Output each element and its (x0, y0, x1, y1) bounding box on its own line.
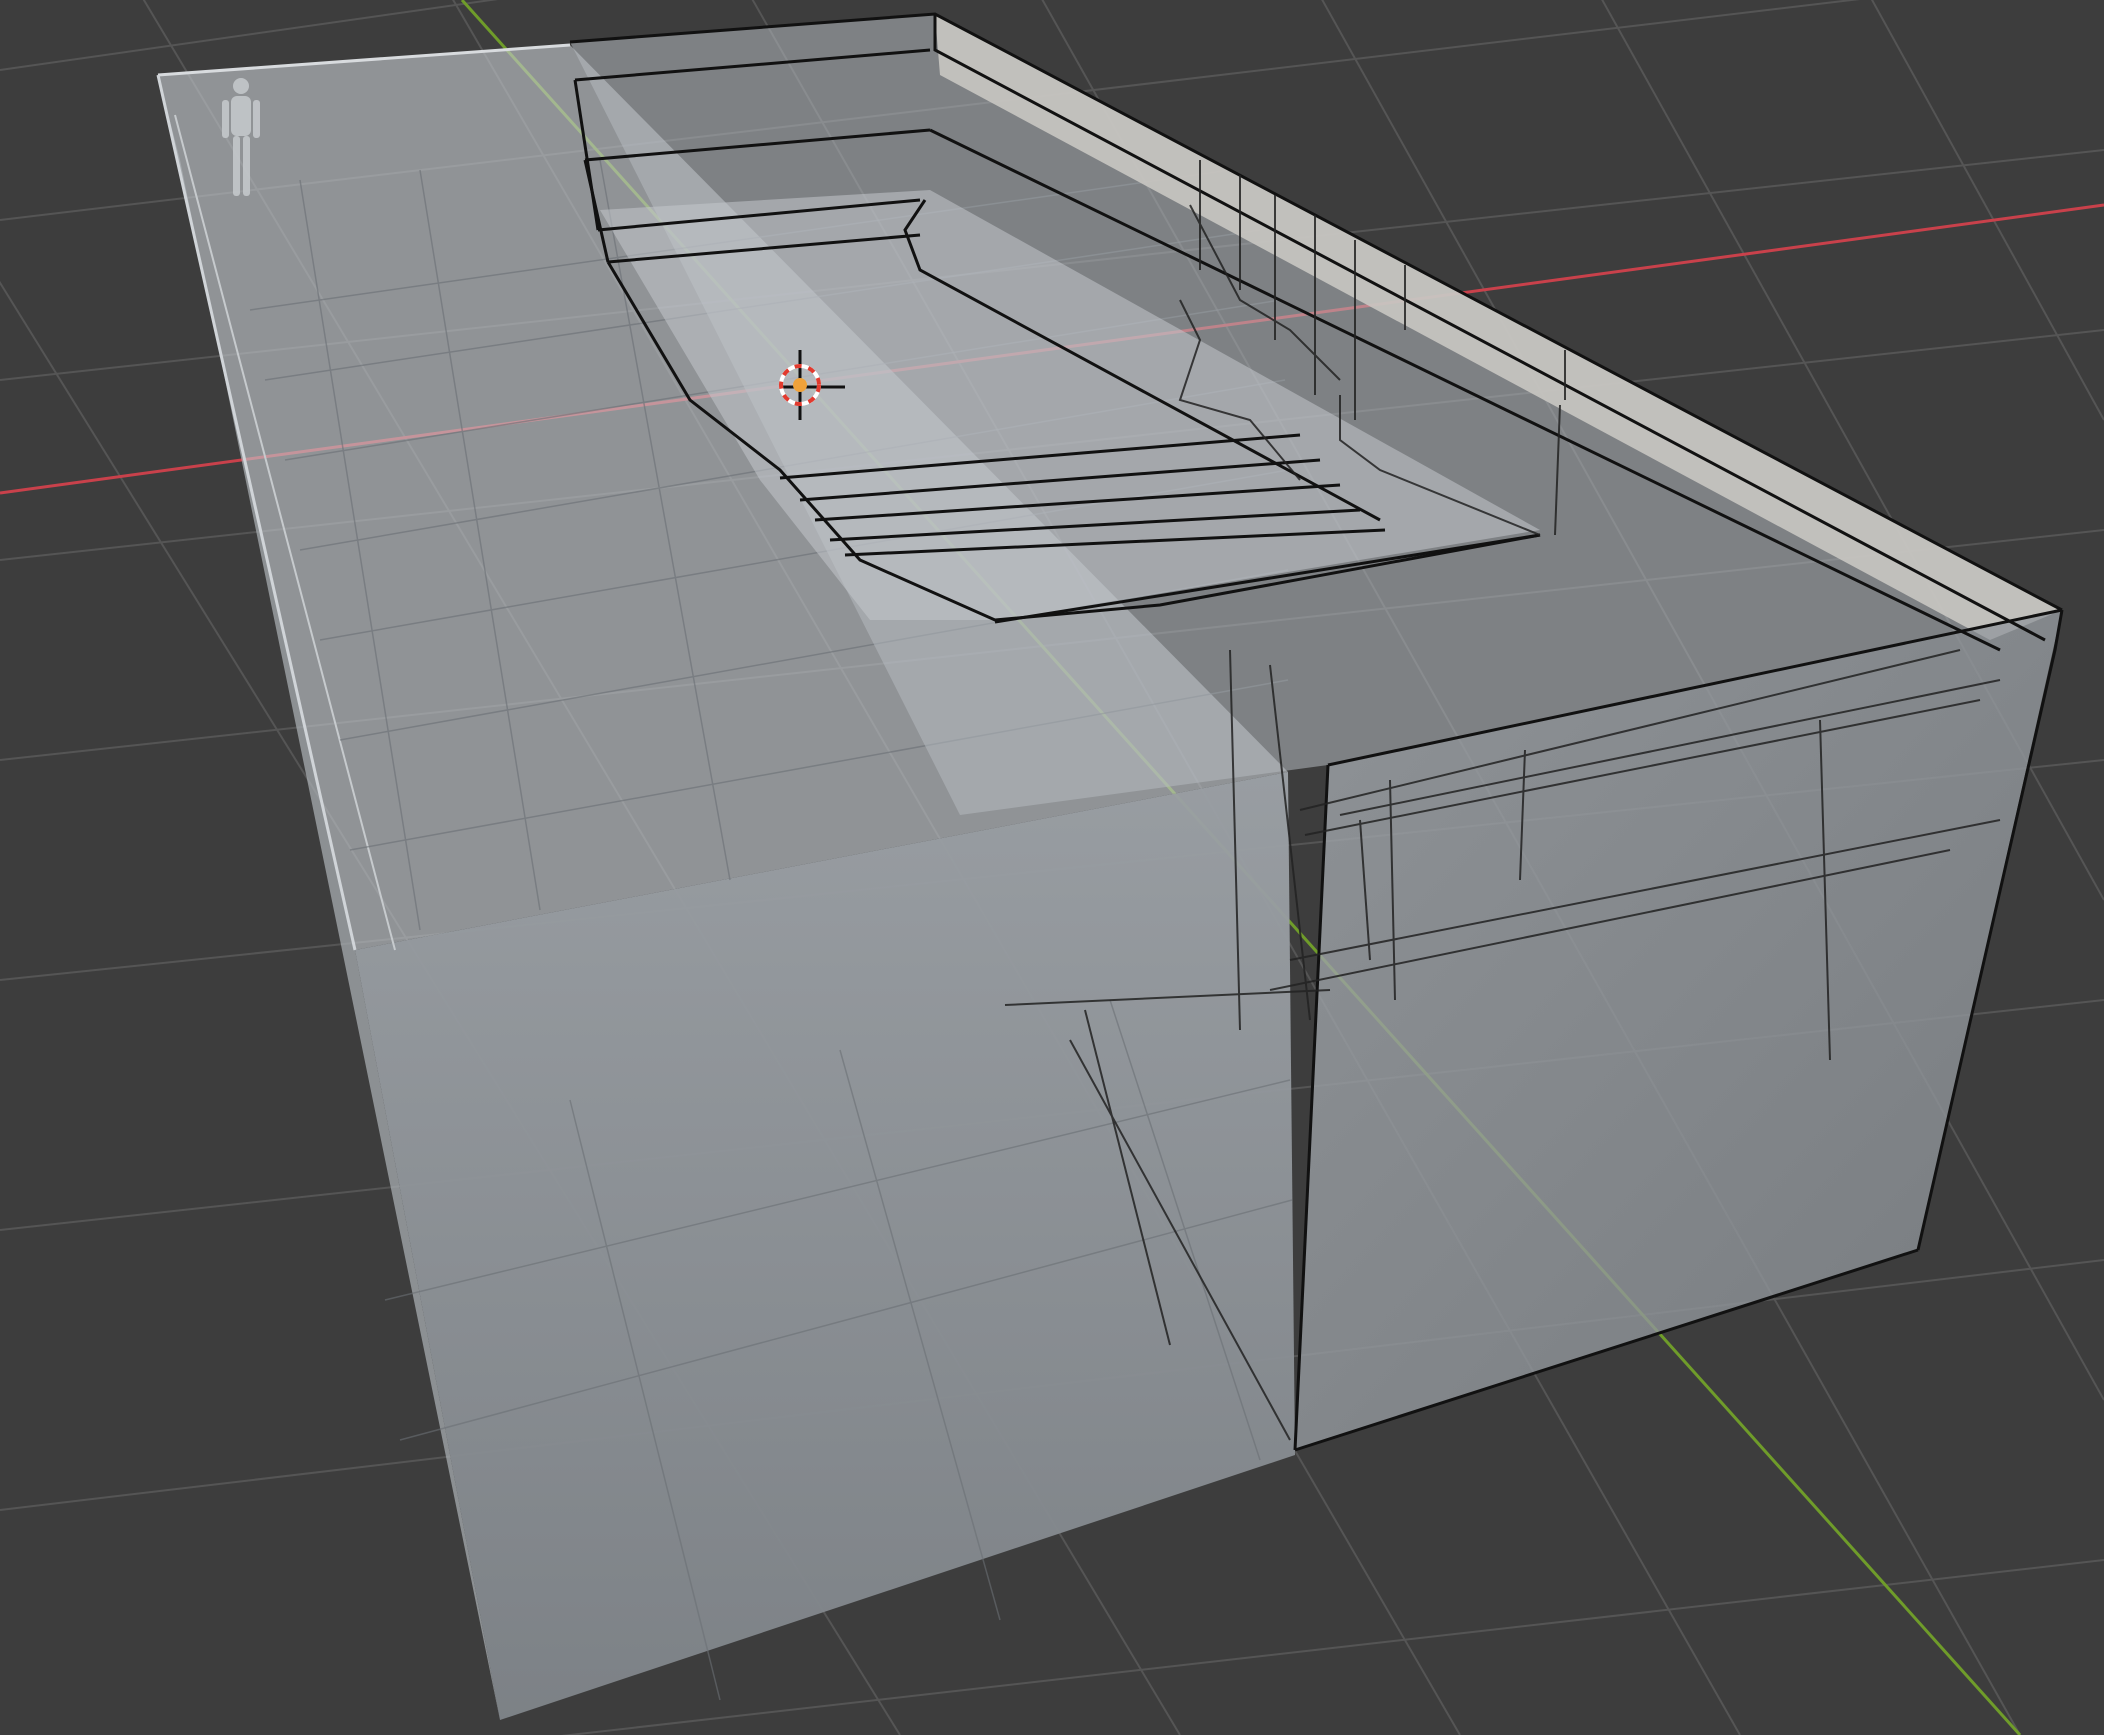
3d-viewport[interactable] (0, 0, 2104, 1735)
